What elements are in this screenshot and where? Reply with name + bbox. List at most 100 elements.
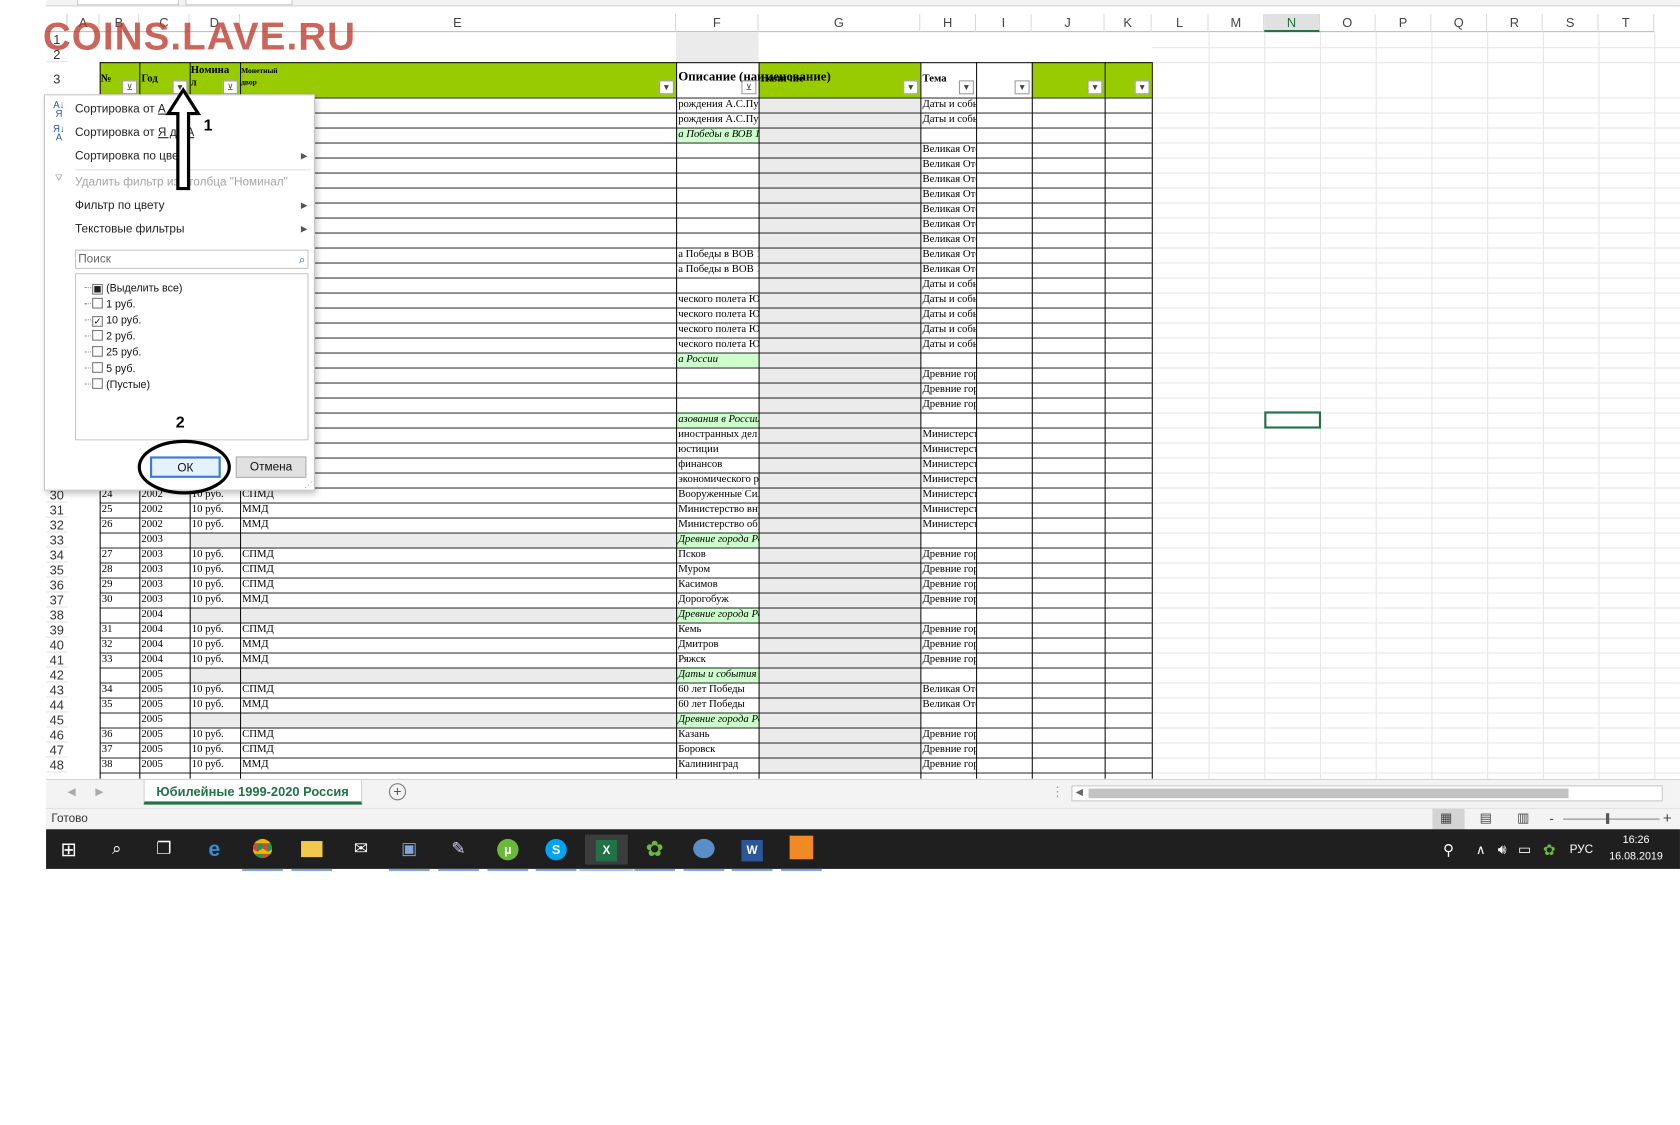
cell-b[interactable]: 2005 — [139, 712, 189, 727]
column-header-t[interactable]: T — [1598, 13, 1655, 33]
cell-e[interactable]: Древние города России — [676, 532, 758, 547]
availability-cell[interactable] — [758, 337, 921, 353]
column-header-g[interactable]: G — [758, 13, 921, 33]
chrome-icon[interactable] — [242, 835, 283, 872]
cell-c[interactable]: 10 руб. — [190, 637, 240, 652]
availability-cell[interactable] — [758, 562, 921, 578]
cell-c[interactable]: 10 руб. — [190, 577, 240, 592]
cell-c[interactable]: 10 руб. — [190, 622, 240, 637]
cell-e[interactable]: Вооруженные Силы — [676, 487, 758, 502]
column-header-q[interactable]: Q — [1431, 13, 1488, 33]
availability-cell[interactable] — [758, 607, 921, 623]
cancel-button[interactable]: Отмена — [235, 456, 307, 478]
column-header-k[interactable]: K — [1104, 13, 1152, 33]
row-header[interactable]: 33 — [46, 532, 68, 548]
column-header-j[interactable]: J — [1031, 13, 1105, 33]
availability-cell[interactable] — [758, 202, 921, 218]
horizontal-scrollbar[interactable]: ◀ — [1071, 785, 1663, 802]
cell-g[interactable]: Великая Отечественная война — [920, 142, 976, 157]
resize-grip-icon[interactable]: ⋰ — [304, 480, 313, 490]
cell-g[interactable]: Древние города России — [920, 577, 976, 592]
cell-g[interactable]: Министерства — [920, 487, 976, 502]
cell-c[interactable]: 10 руб. — [190, 592, 240, 607]
cell-d[interactable] — [240, 607, 676, 622]
cell-g[interactable] — [920, 532, 976, 547]
cell-g[interactable]: Даты и события — [920, 112, 976, 127]
cell-g[interactable]: Древние города России — [920, 652, 976, 667]
row-header[interactable]: 39 — [46, 622, 68, 638]
cell-g[interactable]: Великая Отечественная война — [920, 232, 976, 247]
cell-d[interactable] — [240, 667, 676, 682]
availability-cell[interactable] — [758, 397, 921, 413]
filter-item[interactable]: 5 руб. — [84, 361, 135, 377]
cell-d[interactable]: ММД — [240, 757, 676, 772]
cell-e[interactable] — [676, 157, 758, 172]
network-app-icon[interactable]: ▣ — [388, 835, 430, 872]
cell-g[interactable]: Великая Отечественная война — [920, 157, 976, 172]
clock[interactable]: 16:26 16.08.2019 — [1606, 832, 1666, 864]
cell-g[interactable]: Министерства — [920, 472, 976, 487]
checkbox[interactable] — [92, 346, 103, 357]
cell-g[interactable]: Древние города России — [920, 757, 976, 772]
excel-icon[interactable]: X — [579, 834, 634, 872]
cell-a[interactable]: 26 — [100, 517, 140, 532]
cell-d[interactable] — [240, 712, 676, 727]
cell-g[interactable]: Даты и события — [920, 277, 976, 292]
availability-cell[interactable] — [758, 592, 921, 608]
cell-e[interactable]: Министерство образования — [676, 517, 758, 532]
cell-g[interactable]: Древние города России — [920, 742, 976, 757]
cell-g[interactable]: Даты и события — [920, 292, 976, 307]
cell-e[interactable] — [676, 367, 758, 382]
windows-start-icon[interactable]: ⊞ — [54, 835, 84, 865]
cell-g[interactable]: Древние города России — [920, 397, 976, 412]
cell-c[interactable] — [190, 532, 240, 547]
cell-e[interactable]: юстиции — [676, 442, 758, 457]
availability-cell[interactable] — [758, 277, 921, 293]
skype-icon[interactable]: S — [535, 835, 577, 872]
scrollbar-thumb[interactable] — [1088, 788, 1569, 799]
cell-a[interactable] — [100, 667, 140, 682]
zoom-slider-thumb[interactable] — [1606, 813, 1610, 824]
availability-cell[interactable] — [758, 262, 921, 278]
filter-item[interactable]: (Выделить все) — [84, 281, 183, 297]
cell-a[interactable]: 34 — [100, 682, 140, 697]
cell-b[interactable]: 2004 — [139, 637, 189, 652]
row-header[interactable]: 32 — [46, 517, 68, 533]
cell-b[interactable]: 2003 — [139, 562, 189, 577]
row-header[interactable]: 34 — [46, 547, 68, 563]
active-cell[interactable] — [1264, 411, 1322, 429]
cell-b[interactable]: 2005 — [139, 757, 189, 772]
cell-e[interactable]: Дмитров — [676, 637, 758, 652]
cell-c[interactable]: 10 руб. — [190, 517, 240, 532]
availability-cell[interactable] — [758, 292, 921, 308]
column-header-h[interactable]: H — [920, 13, 977, 33]
cell-g[interactable]: Даты и события — [920, 307, 976, 322]
cell-c[interactable]: 10 руб. — [190, 547, 240, 562]
scroll-tabs-right-icon[interactable]: ▶ — [95, 786, 103, 798]
column-header-r[interactable]: R — [1487, 13, 1543, 33]
cell-g[interactable] — [920, 607, 976, 622]
cell-g[interactable]: Великая Отечественная война — [920, 187, 976, 202]
zoom-out-button[interactable]: - — [1549, 810, 1554, 826]
availability-cell[interactable] — [758, 412, 921, 428]
cell-g[interactable]: Министерства — [920, 517, 976, 532]
cell-g[interactable]: Министерства — [920, 502, 976, 517]
cell-d[interactable]: СПМД — [240, 742, 676, 757]
file-explorer-icon[interactable] — [291, 835, 333, 872]
checkbox[interactable] — [92, 283, 103, 295]
sheet-tab-active[interactable]: Юбилейные 1999-2020 Россия — [143, 779, 362, 805]
cell-e[interactable]: а Победы в ВОВ 1941-1945г — [676, 262, 758, 277]
search-icon[interactable]: ⌕ — [102, 835, 132, 865]
availability-cell[interactable] — [758, 487, 921, 503]
availability-cell[interactable] — [758, 547, 921, 563]
zoom-slider[interactable] — [1563, 818, 1660, 820]
column-header-f[interactable]: F — [676, 13, 759, 33]
availability-cell[interactable] — [758, 367, 921, 383]
cell-g[interactable]: Министерства — [920, 427, 976, 442]
cell-c[interactable] — [190, 607, 240, 622]
cell-e[interactable]: Боровск — [676, 742, 758, 757]
cell-g[interactable] — [920, 127, 976, 142]
cell-g[interactable]: Древние города России — [920, 562, 976, 577]
cell-b[interactable]: 2004 — [139, 622, 189, 637]
people-icon[interactable]: ⚲ — [1434, 835, 1464, 865]
